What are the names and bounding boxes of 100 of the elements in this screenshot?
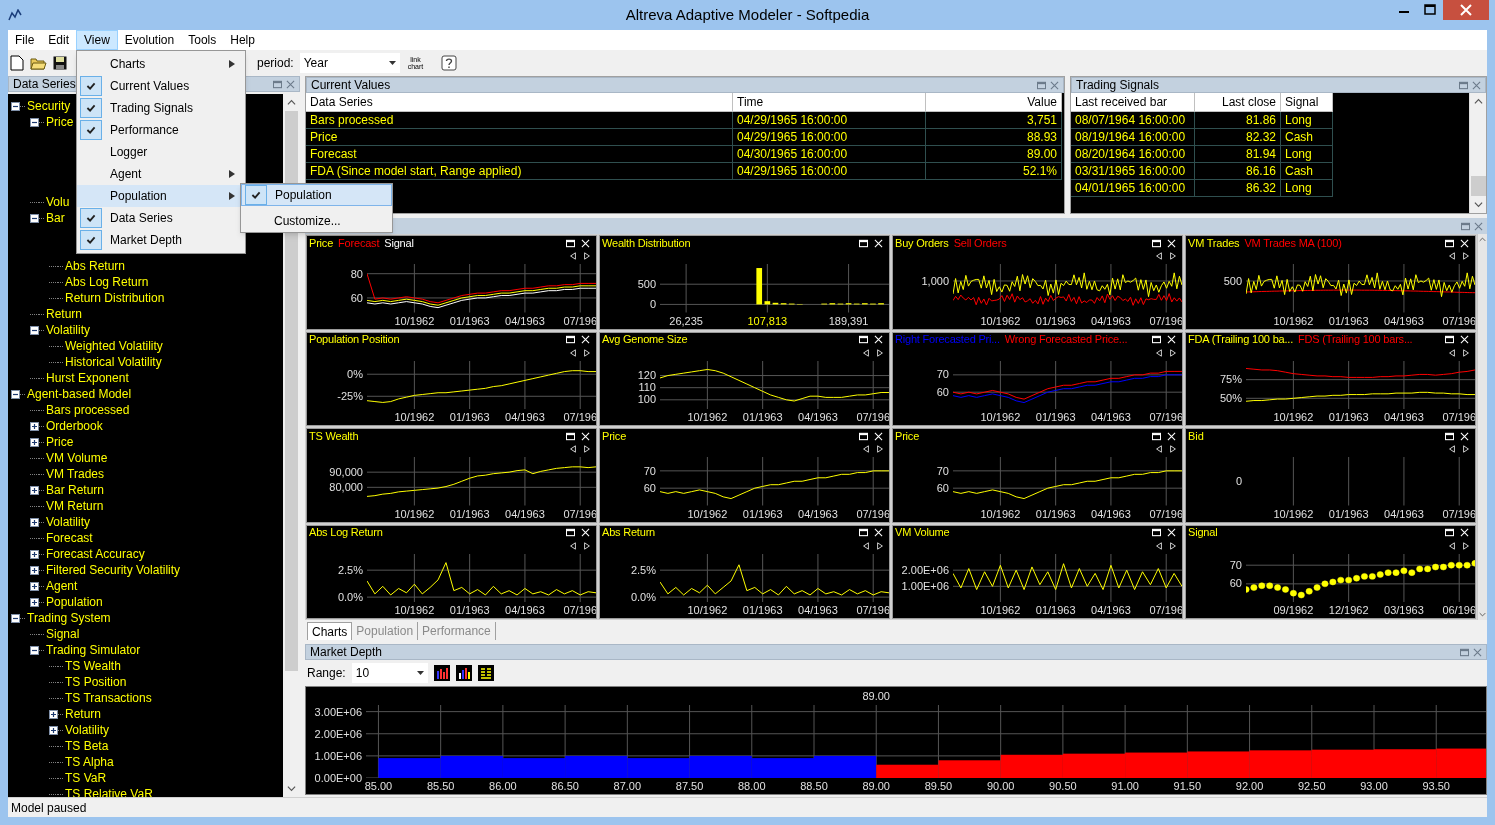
chart-legend-label: Population Position [309,333,400,346]
table-cell: FDA (Since model start, Range applied) [306,163,733,180]
x-axis-label: 07/196 [563,603,596,618]
y-axis-label: 0 [648,299,656,310]
y-axis-label: 60 [349,292,363,303]
table-cell: 04/01/1965 16:00:00 [1071,180,1195,197]
x-axis-label: 07/196 [563,313,596,329]
x-axis-label: 88.50 [800,779,828,794]
x-axis-label: 04/1963 [505,506,545,522]
y-axis-label: 80,000 [328,482,363,493]
x-axis-label: 01/1963 [1035,506,1076,522]
chart-legend-label: VM Trades [1188,236,1240,250]
x-axis-label: 07/196 [1149,603,1182,618]
x-axis-label: 07/196 [856,506,889,522]
chart-legend-label: Price [309,236,334,250]
x-axis-label: 01/1963 [1328,410,1369,425]
table-cell: 04/29/1965 16:00:00 [733,129,926,146]
x-axis-label: 10/1962 [687,506,728,522]
x-axis-label: 04/1963 [798,603,838,618]
x-axis-label: 01/1963 [1328,313,1369,329]
x-axis-label: 07/196 [1442,313,1475,329]
table-cell: 08/07/1964 16:00:00 [1071,112,1195,129]
y-axis-label: 70 [1228,559,1242,570]
x-axis-label: 09/1962 [1273,603,1314,618]
x-axis-label: 04/1963 [1091,410,1131,425]
x-axis-label: 92.50 [1298,779,1326,794]
x-axis-label: 92.00 [1235,779,1264,794]
table-cell: 08/20/1964 16:00:00 [1071,146,1195,163]
x-axis-label: 04/1963 [1091,313,1131,329]
y-axis-label: 60 [1228,578,1242,589]
x-axis-label: 10/1962 [1273,410,1314,425]
chart-legend-label: FDA (Trailing 100 ba... [1188,333,1294,346]
x-axis-label: 10/1962 [394,506,435,522]
y-axis-label: 70 [935,369,949,380]
x-axis-label: 07/196 [1442,410,1475,425]
x-axis-label: 01/1963 [449,410,490,425]
chart-title: Bid [1188,429,1204,443]
table-cell: 86.16 [1195,163,1281,180]
y-axis-label: 2.00E+06 [900,564,949,575]
y-axis-label: 1,000 [920,275,949,286]
x-axis-label: 90.50 [1049,779,1077,794]
x-axis-label: 01/1963 [449,313,490,329]
x-axis-label: 01/1963 [742,506,783,522]
chart-legend-label: Avg Genome Size [602,333,688,346]
x-axis-label: 04/1963 [505,313,545,329]
x-axis-label: 04/1963 [505,410,545,425]
chart-legend-label: Right Forecasted Pri... [895,333,1000,346]
x-axis-label: 88.00 [738,779,766,794]
x-axis-label: 07/196 [856,410,889,425]
x-axis-label: 07/196 [1149,506,1182,522]
x-axis-label: 01/1963 [1035,313,1076,329]
x-axis-label: 189,391 [828,313,869,329]
x-axis-label: 07/196 [1149,313,1182,329]
y-axis-label: 500 [1222,275,1242,286]
y-axis-label: 50% [1218,392,1242,403]
x-axis-label: 10/1962 [980,603,1021,618]
x-axis-label: 10/1962 [394,313,435,329]
table-cell: 82.32 [1195,129,1281,146]
x-axis-label: 07/196 [563,410,596,425]
table-cell: Long [1281,146,1333,163]
x-axis-label: 04/1963 [1384,410,1424,425]
y-axis-label: 60 [642,483,656,494]
chart-legend-label: Wealth Distribution [602,236,691,250]
x-axis-label: 10/1962 [1273,506,1314,522]
table-cell: 03/31/1965 16:00:00 [1071,163,1195,180]
x-axis-label: 03/1963 [1384,603,1424,618]
x-axis-label: 04/1963 [798,506,838,522]
x-axis-label: 06/196 [1442,603,1475,618]
x-axis-label: 10/1962 [980,506,1021,522]
period-label: period: [257,55,294,72]
table-cell: 52.1% [926,163,1062,180]
table-cell: Forecast [306,146,733,163]
x-axis-label: 85.00 [364,779,393,794]
y-axis-label: 0 [1234,476,1242,487]
chart-legend-label: Buy Orders [895,236,949,250]
x-axis-label: 07/196 [856,603,889,618]
x-axis-label: 07/196 [563,506,596,522]
x-axis-label: 91.50 [1173,779,1202,794]
x-axis-label: 01/1963 [449,506,490,522]
table-cell: 81.94 [1195,146,1281,163]
y-axis-label: 3.00E+06 [313,706,362,717]
x-axis-label: 01/1963 [1035,603,1076,618]
chart-legend-label: Abs Return [602,526,656,539]
x-axis-label: 10/1962 [687,410,728,425]
x-axis-label: 26,235 [669,313,703,329]
x-axis-label: 10/1962 [980,313,1021,329]
table-cell: 3,751 [926,112,1062,129]
panel-title: Market Depth [309,646,383,658]
y-axis-label: 100 [636,394,656,405]
y-axis-label: 0.0% [336,591,363,602]
chart-legend-label: Sell Orders [953,236,1007,250]
table-cell: 86.32 [1195,180,1281,197]
x-axis-label: 87.00 [613,779,642,794]
y-axis-label: 90,000 [328,467,363,478]
x-axis-label: 90.00 [986,779,1015,794]
x-axis-label: 07/196 [1149,410,1182,425]
x-axis-label: 01/1963 [1328,506,1369,522]
panel-title: Trading Signals [1075,79,1159,91]
table-cell: Cash [1281,129,1333,146]
panel-title: Current Values [310,79,391,91]
